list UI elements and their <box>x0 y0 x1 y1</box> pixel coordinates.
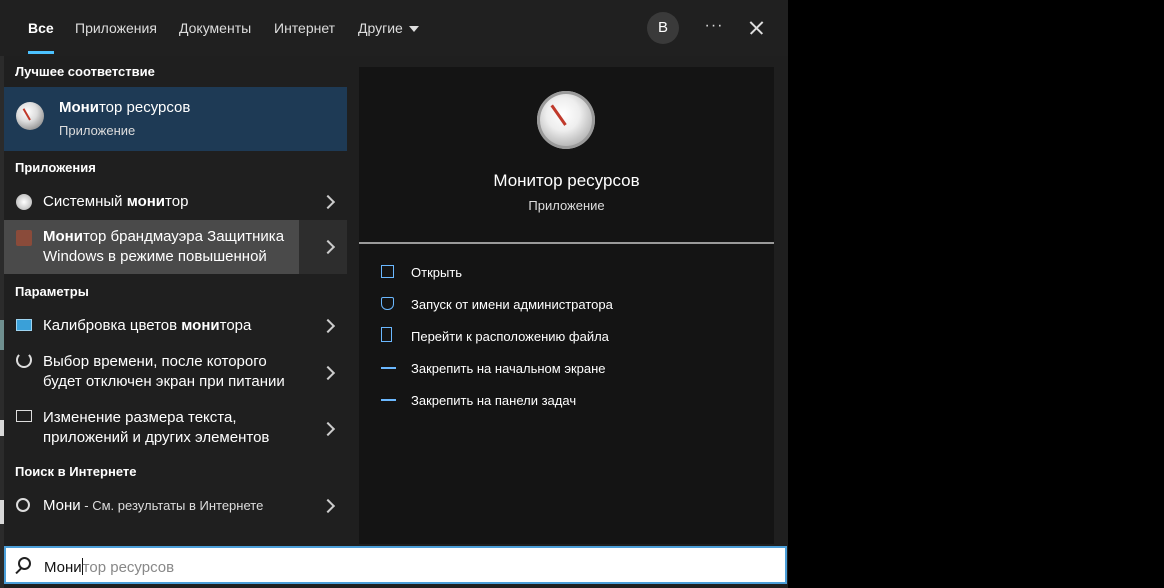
tab-documents[interactable]: Документы <box>179 0 251 56</box>
tab-web[interactable]: Интернет <box>274 0 335 56</box>
search-window: Все Приложения Документы Интернет Другие… <box>0 0 788 588</box>
pin-icon <box>381 399 396 401</box>
chevron-right-icon <box>320 421 336 437</box>
caret-down-icon <box>408 26 419 33</box>
resource-monitor-large-icon <box>537 91 595 149</box>
chevron-right-icon <box>320 365 336 381</box>
pin-icon <box>381 367 396 369</box>
section-settings: Параметры <box>15 284 89 299</box>
app-firewall-monitor-label: Монитор брандмауэра Защитника Windows в р… <box>43 228 285 265</box>
best-match-title: Монитор ресурсов <box>59 99 191 116</box>
section-web: Поиск в Интернете <box>15 464 137 479</box>
tab-more[interactable]: Другие <box>358 0 419 56</box>
resource-monitor-icon <box>16 102 44 130</box>
system-monitor-icon <box>16 194 32 210</box>
tab-all[interactable]: Все <box>28 0 54 56</box>
search-query: Монитор ресурсов <box>44 558 175 576</box>
chevron-right-icon <box>320 498 336 514</box>
power-icon <box>16 352 32 368</box>
search-icon <box>16 498 30 512</box>
action-open-label: Открыть <box>411 265 463 280</box>
preview-subtitle: Приложение <box>528 198 605 213</box>
section-best-match: Лучшее соответствие <box>15 64 155 79</box>
more-options-icon[interactable]: ··· <box>700 12 728 44</box>
display-icon <box>16 319 32 331</box>
setting-color-calibration-label: Калибровка цветов монитора <box>43 317 252 334</box>
setting-screen-timeout-label: Выбор времени, после которого будет отклю… <box>43 353 285 390</box>
setting-text-size-label: Изменение размера текста, приложений и др… <box>43 409 270 446</box>
action-pin-start-label: Закрепить на начальном экране <box>411 361 606 376</box>
section-apps: Приложения <box>15 160 96 175</box>
app-firewall-monitor[interactable]: Монитор брандмауэра Защитника Windows в р… <box>4 220 347 274</box>
action-open-file-location-label: Перейти к расположению файла <box>411 329 609 344</box>
best-match-subtitle: Приложение <box>59 123 136 138</box>
web-search-label: Мони - См. результаты в Интернете <box>43 497 264 514</box>
search-filter-nav: Все Приложения Документы Интернет Другие… <box>0 0 788 56</box>
search-icon <box>18 557 31 570</box>
results-list: Лучшее соответствие Монитор ресурсов При… <box>4 56 347 544</box>
action-run-as-admin-label: Запуск от имени администратора <box>411 297 613 312</box>
action-pin-taskbar-label: Закрепить на панели задач <box>411 393 577 408</box>
tab-more-label: Другие <box>358 20 403 36</box>
tab-apps[interactable]: Приложения <box>75 0 157 56</box>
open-icon <box>381 265 394 278</box>
app-system-monitor[interactable]: Системный монитор <box>4 187 347 217</box>
display-outline-icon <box>16 410 32 422</box>
firewall-icon <box>16 230 32 246</box>
search-input[interactable]: Монитор ресурсов <box>4 546 787 584</box>
setting-text-size[interactable]: Изменение размера текста, приложений и др… <box>4 402 347 454</box>
avatar[interactable]: В <box>647 12 679 44</box>
web-search-result[interactable]: Мони - См. результаты в Интернете <box>4 491 347 521</box>
setting-color-calibration[interactable]: Калибровка цветов монитора <box>4 311 347 341</box>
divider <box>359 242 774 244</box>
chevron-right-icon <box>320 318 336 334</box>
shield-icon <box>381 297 394 310</box>
preview-panel: Монитор ресурсов Приложение Открыть Запу… <box>359 67 774 544</box>
file-icon <box>381 327 392 342</box>
chevron-right-icon <box>320 194 336 210</box>
best-match-resource-monitor[interactable]: Монитор ресурсов Приложение <box>4 87 347 151</box>
setting-screen-timeout[interactable]: Выбор времени, после которого будет отклю… <box>4 346 347 398</box>
preview-title: Монитор ресурсов <box>493 171 640 190</box>
close-icon[interactable] <box>742 12 770 44</box>
app-system-monitor-label: Системный монитор <box>43 193 189 210</box>
